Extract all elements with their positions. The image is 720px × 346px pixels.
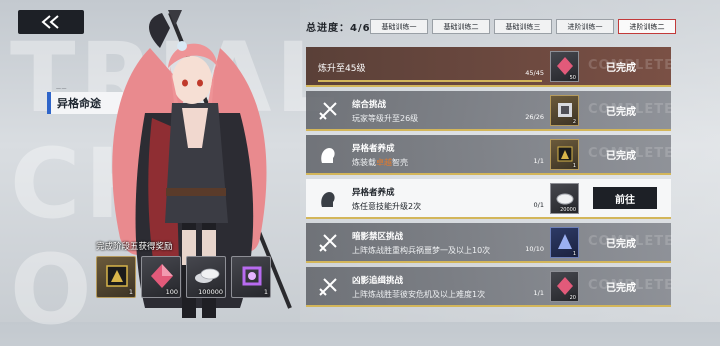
combat-icon (319, 102, 337, 120)
reward-item-frame[interactable]: 1 (231, 256, 271, 298)
crystal-icon (557, 277, 573, 295)
task-count: 45/45 (525, 69, 544, 77)
task-row[interactable]: 炼升至45级 45/45 50 COMPLETE 已完成 (306, 47, 673, 87)
reward-qty: 20000 (560, 207, 576, 213)
tab-advanced-2[interactable]: 进阶训练二 (618, 19, 676, 34)
task-status: 已完成 (606, 63, 636, 74)
reward-item-coins[interactable]: 100000 (186, 256, 226, 298)
frame-icon (242, 266, 262, 286)
task-status: 已完成 (606, 283, 636, 294)
combat-icon (319, 234, 337, 252)
task-description: 玩家等级升至26级 (352, 114, 419, 123)
task-desc-highlight: 卓越 (376, 158, 392, 167)
task-progress-bar (318, 80, 542, 82)
reward-qty: 100 (165, 288, 178, 296)
task-row[interactable]: 综合挑战 玩家等级升至26级 26/26 2 COMPLETE 已完成 (306, 91, 673, 131)
double-chevron-left-icon (41, 15, 59, 29)
task-count: 0/1 (533, 201, 544, 209)
task-count: 10/10 (525, 245, 544, 253)
task-row[interactable]: 异格者养成 炼任意技能升级2次 0/1 20000 前往 (306, 179, 671, 219)
task-title: 异格者养成 (352, 144, 395, 154)
tab-advanced-1[interactable]: 进阶训练一 (556, 19, 614, 34)
task-desc-pre: 炼装载 (352, 158, 376, 167)
task-reward-item[interactable]: 2 (550, 95, 579, 126)
task-row[interactable]: 凶影追缉挑战 上阵炼战胜菲彼安危机及以上难度1次 1/1 20 COMPLETE… (306, 267, 673, 307)
task-description: 上阵炼战胜菲彼安危机及以上难度1次 (352, 290, 486, 299)
reward-item-crystal[interactable]: 100 (141, 256, 181, 298)
reward-qty: 2 (572, 119, 576, 125)
chip-icon (557, 146, 573, 162)
reward-qty: 1 (128, 288, 133, 296)
reward-item-chip[interactable]: 1 (96, 256, 136, 298)
task-title: 异格者养成 (352, 188, 395, 198)
task-description: 炼任意技能升级2次 (352, 202, 422, 211)
task-description: 炼装载卓越智壳 (352, 157, 408, 168)
crystal-icon (151, 264, 173, 288)
task-title: 综合挑战 (352, 100, 387, 110)
coins-icon (195, 268, 220, 283)
tab-basic-3[interactable]: 基础训练三 (494, 19, 552, 34)
reward-qty: 1 (572, 251, 576, 257)
back-button[interactable] (18, 10, 84, 34)
reward-qty: 1 (572, 163, 576, 169)
stage-reward-list: 1 100 100000 1 (96, 256, 271, 298)
task-title: 凶影追缉挑战 (352, 276, 404, 286)
card-icon (558, 103, 572, 117)
task-count: 1/1 (533, 289, 544, 297)
reward-qty: 1 (263, 288, 268, 296)
character-head-icon (321, 192, 335, 207)
reward-qty: 50 (569, 75, 576, 81)
combat-icon (319, 278, 337, 296)
total-progress: 总进度：4/6 (306, 19, 371, 34)
task-reward-item[interactable]: 20000 (550, 183, 579, 214)
tab-basic-2[interactable]: 基础训练二 (432, 19, 490, 34)
emblem-icon (558, 234, 572, 249)
task-reward-item[interactable]: 1 (550, 139, 579, 170)
task-title: 暗影禁区挑战 (352, 232, 404, 242)
task-reward-item[interactable]: 50 (550, 51, 579, 82)
task-row[interactable]: 暗影禁区挑战 上阵炼战胜重构兵祸噩梦一及以上10次 10/10 1 COMPLE… (306, 223, 673, 263)
training-tabs: 基础训练一 基础训练二 基础训练三 进阶训练一 进阶训练二 (370, 19, 676, 34)
task-status: 已完成 (606, 239, 636, 250)
tab-basic-1[interactable]: 基础训练一 (370, 19, 428, 34)
task-row[interactable]: 异格者养成 炼装载卓越智壳 1/1 1 COMPLETE 已完成 (306, 135, 673, 175)
chip-icon (106, 265, 128, 287)
total-progress-label: 总进度： (306, 23, 350, 34)
task-count: 1/1 (533, 157, 544, 165)
stage-reward-title: 完成阶段五获得奖励 (96, 242, 173, 252)
task-description: 上阵炼战胜重构兵祸噩梦一及以上10次 (352, 246, 491, 255)
task-count: 26/26 (525, 113, 544, 121)
task-description: 炼升至45级 (318, 64, 366, 74)
coins-icon (556, 193, 574, 205)
go-button[interactable]: 前往 (593, 187, 657, 209)
task-status: 已完成 (606, 107, 636, 118)
task-reward-item[interactable]: 20 (550, 271, 579, 302)
task-desc-post: 智壳 (392, 158, 408, 167)
reward-qty: 100000 (198, 288, 223, 296)
reward-qty: 20 (569, 295, 576, 301)
task-reward-item[interactable]: 1 (550, 227, 579, 258)
total-progress-value: 4/6 (350, 23, 371, 34)
task-status: 已完成 (606, 151, 636, 162)
crystal-icon (557, 57, 573, 75)
character-head-icon (321, 148, 335, 163)
